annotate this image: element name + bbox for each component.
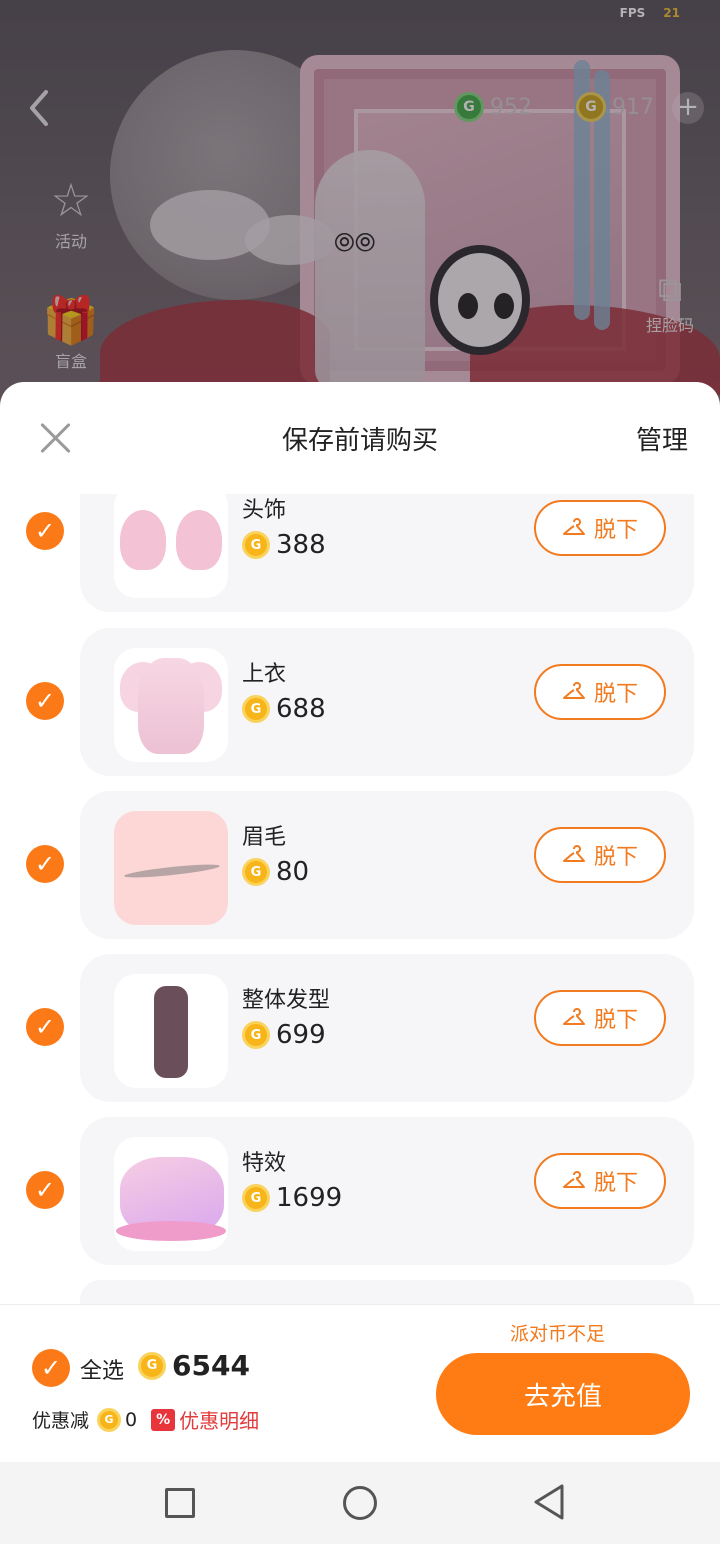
discount-detail-label: 优惠明细 (179, 1409, 260, 1433)
recent-apps-icon[interactable] (165, 1488, 195, 1518)
take-off-label: 脱下 (593, 1008, 638, 1033)
item-thumbnail (114, 648, 228, 762)
discount-label: 优惠减 (32, 1410, 90, 1432)
item-price-value: 388 (276, 530, 326, 560)
item-name: 眉毛 (242, 825, 287, 850)
home-icon[interactable] (343, 1486, 377, 1520)
gold-coin-icon: G (97, 1407, 122, 1432)
hanger-icon (562, 518, 585, 535)
item-price: G 1699 (242, 1183, 342, 1213)
gold-coin-icon: G (242, 531, 270, 559)
back-triangle-icon[interactable] (530, 1482, 570, 1522)
total-price-value: 6544 (172, 1349, 250, 1382)
item-card[interactable]: 整体发型 G 699 脱下 (80, 954, 694, 1102)
discount-value: 0 (125, 1408, 138, 1431)
discount-row: 优惠减 G 0 % 优惠明细 (32, 1405, 259, 1434)
item-name: 上衣 (242, 662, 287, 687)
take-off-label: 脱下 (593, 845, 638, 870)
sheet-header: 保存前请购买 管理 (0, 382, 720, 494)
item-thumbnail (114, 811, 228, 925)
item-price-value: 688 (276, 694, 326, 724)
checkout-footer: ✓ 全选 G 6544 优惠减 G 0 % 优惠明细 派对币不足 去充值 (0, 1304, 720, 1462)
gold-coin-icon: G (242, 858, 270, 886)
take-off-button[interactable]: 脱下 (534, 990, 666, 1046)
item-price: G 699 (242, 1020, 326, 1050)
item-price-value: 1699 (276, 1183, 343, 1213)
recharge-button[interactable]: 去充值 (436, 1353, 690, 1435)
item-price: G 388 (242, 530, 326, 560)
insufficient-funds-notice: 派对币不足 (510, 1323, 606, 1345)
item-name: 整体发型 (242, 988, 331, 1013)
item-name: 头饰 (242, 498, 287, 523)
item-card[interactable] (80, 1280, 694, 1304)
select-all-checkbox[interactable]: ✓ (32, 1349, 70, 1387)
take-off-label: 脱下 (593, 518, 638, 543)
take-off-label: 脱下 (593, 682, 638, 707)
list-item: ✓ 上衣 G 688 脱下 (0, 628, 720, 776)
modal-overlay[interactable] (0, 0, 720, 420)
item-thumbnail (114, 494, 228, 598)
hanger-icon (562, 1008, 585, 1025)
system-nav-bar (0, 1462, 720, 1544)
item-card[interactable]: 头饰 G 388 脱下 (80, 494, 694, 612)
gold-coin-icon: G (138, 1351, 166, 1380)
list-item: ✓ 眉毛 G 80 脱下 (0, 791, 720, 939)
list-item: ✓ 头饰 G 388 脱下 (0, 494, 720, 612)
purchase-sheet: 保存前请购买 管理 ✓ 头饰 G 388 脱下 ✓ 上衣 G 688 脱下 ✓ … (0, 382, 720, 1462)
item-checkbox[interactable]: ✓ (26, 845, 64, 883)
gold-coin-icon: G (242, 1184, 270, 1212)
take-off-button[interactable]: 脱下 (534, 827, 666, 883)
item-card[interactable]: 上衣 G 688 脱下 (80, 628, 694, 776)
gold-coin-icon: G (242, 695, 270, 723)
item-card[interactable]: 特效 G 1699 脱下 (80, 1117, 694, 1265)
item-checkbox[interactable]: ✓ (26, 682, 64, 720)
hanger-icon (562, 1171, 585, 1188)
item-price: G 688 (242, 694, 326, 724)
sheet-title: 保存前请购买 (281, 426, 438, 456)
item-thumbnail (114, 974, 228, 1088)
discount-detail-link[interactable]: % 优惠明细 (151, 1405, 259, 1434)
take-off-button[interactable]: 脱下 (534, 500, 666, 556)
select-all-label[interactable]: 全选 (80, 1353, 124, 1385)
percent-badge-icon: % (151, 1408, 176, 1431)
list-item: ✓ 特效 G 1699 脱下 (0, 1117, 720, 1265)
item-price-value: 80 (276, 857, 310, 887)
item-checkbox[interactable]: ✓ (26, 512, 64, 550)
item-price-value: 699 (276, 1020, 326, 1050)
item-thumbnail (114, 1137, 228, 1251)
take-off-label: 脱下 (593, 1171, 638, 1196)
gold-coin-icon: G (242, 1021, 270, 1049)
item-list[interactable]: ✓ 头饰 G 388 脱下 ✓ 上衣 G 688 脱下 ✓ 眉毛 G 80 脱下… (0, 494, 720, 1304)
item-card[interactable]: 眉毛 G 80 脱下 (80, 791, 694, 939)
item-price: G 80 (242, 857, 309, 887)
list-item: ✓ 整体发型 G 699 脱下 (0, 954, 720, 1102)
item-checkbox[interactable]: ✓ (26, 1171, 64, 1209)
take-off-button[interactable]: 脱下 (534, 664, 666, 720)
item-checkbox[interactable]: ✓ (26, 1008, 64, 1046)
total-price: G 6544 (138, 1349, 250, 1382)
item-name: 特效 (242, 1151, 287, 1176)
take-off-button[interactable]: 脱下 (534, 1153, 666, 1209)
hanger-icon (562, 682, 585, 699)
hanger-icon (562, 845, 585, 862)
manage-button[interactable]: 管理 (636, 420, 688, 457)
